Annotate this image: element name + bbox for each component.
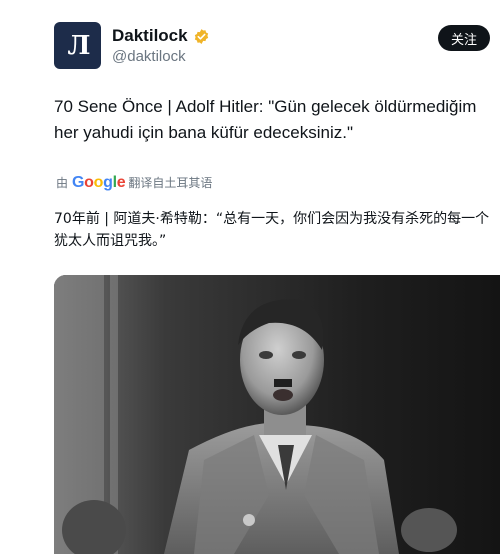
tweet-media-photo[interactable] xyxy=(54,275,500,554)
typewriter-logo-icon: Л xyxy=(67,30,91,61)
translated-by-google[interactable]: 由 Google 翻译自土耳其语 xyxy=(56,174,212,192)
tweet-header: Л Daktilock @daktilock 关注 xyxy=(54,22,494,72)
google-letter: o xyxy=(93,174,104,191)
author-name-row: Daktilock xyxy=(112,26,210,46)
google-letter: e xyxy=(116,174,126,191)
google-logo-text: Google xyxy=(72,174,126,192)
google-letter: G xyxy=(72,174,85,191)
verified-gold-icon xyxy=(194,28,208,44)
author-avatar[interactable]: Л xyxy=(54,22,101,69)
translated-tweet-text: 70年前 | 阿道夫·希特勒：“总有一天，你们会因为我没有杀死的每一个犹太人而诅… xyxy=(54,211,490,249)
follow-button[interactable]: 关注 xyxy=(437,25,490,51)
tweet-text: 70 Sene Önce | Adolf Hitler: "Gün gelece… xyxy=(54,97,477,142)
author-display-name[interactable]: Daktilock xyxy=(112,26,188,46)
google-letter: g xyxy=(103,174,113,191)
translated-from-turkish: 翻译自土耳其语 xyxy=(128,176,213,190)
author-handle[interactable]: @daktilock xyxy=(112,48,186,65)
google-letter: o xyxy=(84,174,94,191)
black-and-white-photo xyxy=(54,275,500,554)
translated-by-prefix: 由 xyxy=(56,176,69,190)
